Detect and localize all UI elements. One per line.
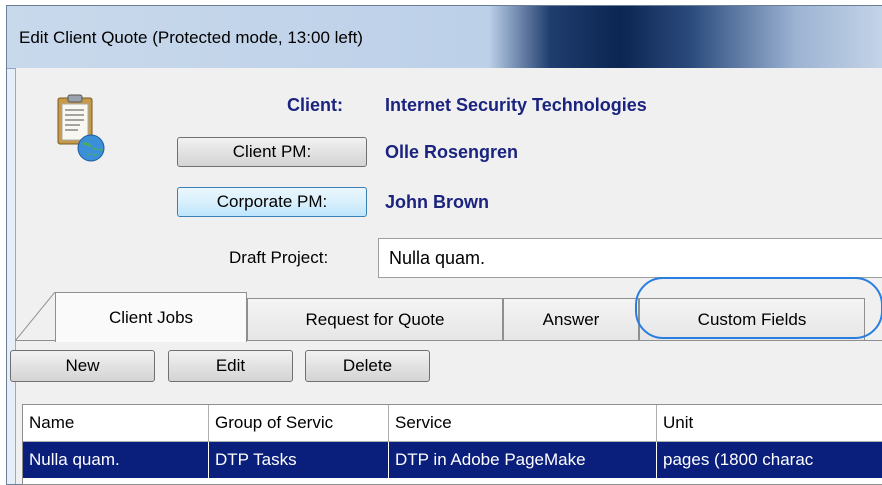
cell-name: Nulla quam.: [23, 442, 209, 478]
draft-project-input[interactable]: Nulla quam.: [378, 238, 882, 278]
new-button[interactable]: New: [10, 350, 155, 382]
tab-custom-fields[interactable]: Custom Fields: [639, 298, 865, 340]
table-row[interactable]: Nulla quam. DTP Tasks DTP in Adobe PageM…: [23, 442, 882, 478]
delete-button[interactable]: Delete: [305, 350, 430, 382]
client-value: Internet Security Technologies: [385, 95, 647, 115]
title-bar[interactable]: Edit Client Quote (Protected mode, 13:00…: [7, 6, 882, 69]
tab-answer[interactable]: Answer: [503, 298, 639, 340]
column-header-unit[interactable]: Unit: [657, 405, 882, 441]
clipboard-globe-icon: [46, 92, 116, 170]
tab-request-for-quote[interactable]: Request for Quote: [247, 298, 503, 340]
client-pm-value: Olle Rosengren: [385, 142, 519, 162]
corporate-pm-button[interactable]: Corporate PM:: [177, 187, 367, 217]
client-label: Client:: [287, 95, 343, 115]
client-jobs-table: Name Group of Servic Service Unit Nulla …: [22, 404, 882, 485]
corporate-pm-value: John Brown: [385, 192, 489, 212]
edit-button[interactable]: Edit: [168, 350, 293, 382]
column-header-name[interactable]: Name: [23, 405, 209, 441]
column-header-group[interactable]: Group of Servic: [209, 405, 389, 441]
cell-group: DTP Tasks: [209, 442, 389, 478]
tab-slant-left: [15, 292, 55, 342]
cell-service: DTP in Adobe PageMake: [389, 442, 657, 478]
window-title: Edit Client Quote (Protected mode, 13:00…: [19, 28, 363, 47]
cell-unit: pages (1800 charac: [663, 450, 814, 469]
tab-client-jobs[interactable]: Client Jobs: [55, 292, 247, 342]
table-header: Name Group of Servic Service Unit: [23, 405, 882, 442]
column-header-service[interactable]: Service: [389, 405, 657, 441]
draft-project-label: Draft Project:: [229, 248, 329, 267]
client-pm-button[interactable]: Client PM:: [177, 137, 367, 167]
